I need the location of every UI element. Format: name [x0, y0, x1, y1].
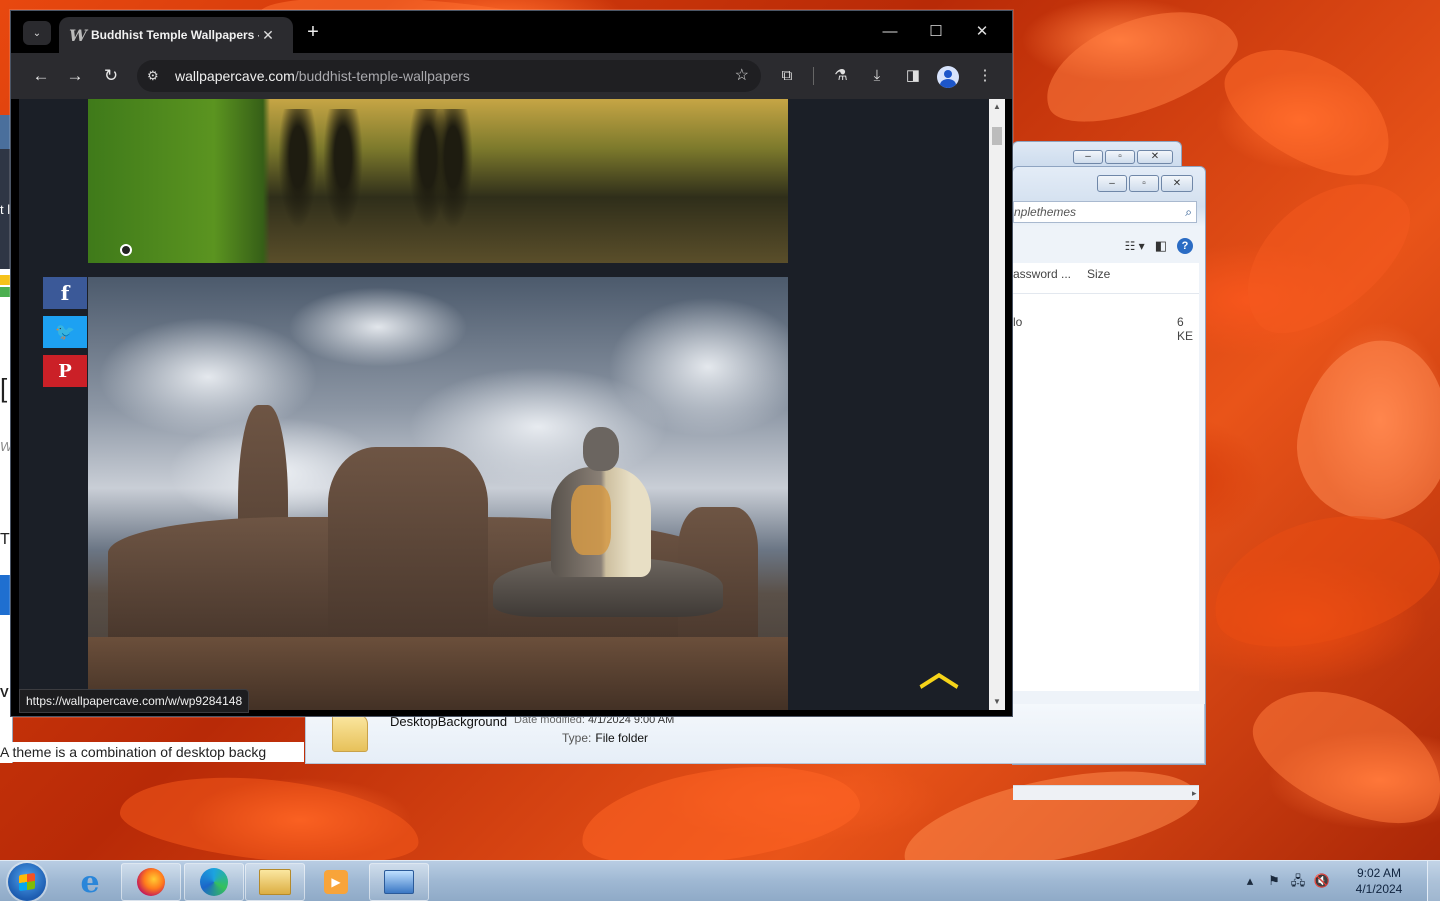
toolbar-divider [813, 67, 814, 85]
chevron-down-icon: ⌄ [32, 27, 42, 39]
scroll-up-arrow-icon[interactable]: ▲ [989, 99, 1005, 115]
taskbar-internet-explorer[interactable]: e [60, 863, 120, 901]
browser-window[interactable]: ⌄ W Buddhist Temple Wallpapers - ✕ + — ☐… [10, 10, 1013, 717]
background-window-snippet: A theme is a combination of desktop back… [0, 742, 304, 762]
volume-muted-icon[interactable]: 🔇 [1311, 870, 1333, 892]
action-center-flag-icon[interactable]: ⚑ [1263, 870, 1285, 892]
show-hidden-icons-icon[interactable]: ▴ [1239, 870, 1261, 892]
maximize-button[interactable]: ☐ [913, 19, 959, 45]
tab-active[interactable]: W Buddhist Temple Wallpapers - ✕ [59, 17, 293, 53]
taskbar-edge[interactable] [184, 863, 244, 901]
minimize-button[interactable]: — [867, 19, 913, 45]
reload-button[interactable]: ↻ [97, 63, 125, 89]
internet-explorer-icon: e [80, 864, 100, 900]
search-input[interactable]: nplethemes ⌕ [1013, 201, 1197, 223]
clock-date: 4/1/2024 [1355, 882, 1403, 896]
buddha-statue [493, 427, 723, 637]
column-header: assword ... Size [1013, 263, 1199, 294]
clock-time: 9:02 AM [1356, 866, 1402, 880]
maximize-button[interactable]: ▫ [1129, 175, 1159, 192]
link-status-bubble: https://wallpapercave.com/w/wp9284148 [19, 689, 250, 713]
preview-pane-icon[interactable]: ◧ [1155, 238, 1167, 254]
edge-text-1: t l [0, 202, 11, 217]
wallpaper-thumbnail-reflection[interactable] [88, 99, 788, 263]
start-button[interactable] [8, 863, 46, 901]
minimize-button[interactable]: ‒ [1073, 150, 1103, 164]
tab-title: Buddhist Temple Wallpapers - [91, 28, 259, 42]
minimize-button[interactable]: ‒ [1097, 175, 1127, 192]
extensions-icon[interactable]: ⧉ [773, 63, 801, 89]
address-bar[interactable]: ⚙ wallpapercave.com/buddhist-temple-wall… [137, 60, 761, 92]
tab-close-icon[interactable]: ✕ [259, 27, 277, 44]
new-tab-button[interactable]: + [301, 21, 325, 45]
search-icon[interactable]: ⌕ [1185, 202, 1192, 222]
facebook-icon: f [60, 281, 70, 305]
taskbar: e ▶ ▴ ⚑ 🖧 🔇 9:02 AM 4/1/2024 [0, 860, 1440, 901]
edge-text-4: T [0, 531, 10, 548]
edge-text-5: V [0, 685, 9, 700]
back-button[interactable]: ← [27, 63, 55, 89]
tab-search-button[interactable]: ⌄ [23, 21, 51, 45]
scroll-to-top-button[interactable]: ︿ [915, 652, 963, 692]
details-type: Type: File folder [562, 731, 649, 745]
media-player-icon: ▶ [324, 870, 348, 894]
taskbar-file-explorer[interactable] [245, 863, 305, 901]
column-name[interactable]: assword ... [1013, 263, 1071, 285]
explorer-toolbar: ☷ ▾ ◧ ? [1013, 231, 1199, 261]
bookmark-star-icon[interactable]: ☆ [735, 60, 749, 92]
close-button[interactable]: ✕ [959, 19, 1005, 45]
system-tray: ▴ ⚑ 🖧 🔇 9:02 AM 4/1/2024 [1237, 861, 1440, 901]
help-icon[interactable]: ? [1177, 238, 1193, 254]
menu-kebab-icon[interactable]: ⋮ [971, 63, 999, 89]
explorer-window[interactable]: ‒ ▫ ✕ nplethemes ⌕ ☷ ▾ ◧ ? assword ... S… [1012, 166, 1206, 800]
download-icon[interactable]: ⤓ [863, 63, 891, 89]
firefox-icon [137, 868, 165, 896]
wallpaper-thumbnail-buddha[interactable] [88, 277, 788, 710]
maximize-button[interactable]: ▫ [1105, 150, 1135, 164]
twitter-share-button[interactable]: 🐦 [43, 316, 87, 348]
chevron-up-icon: ︿ [919, 650, 959, 694]
facebook-share-button[interactable]: f [43, 277, 87, 309]
file-list: assword ... Size lo 6 KE ▸ [1013, 263, 1199, 800]
pinterest-icon: P [58, 360, 72, 382]
scroll-down-arrow-icon[interactable]: ▼ [989, 694, 1005, 710]
twitter-icon: 🐦 [55, 324, 75, 341]
clock[interactable]: 9:02 AM 4/1/2024 [1339, 865, 1419, 897]
windows-logo-icon [19, 872, 35, 892]
show-desktop-button[interactable] [1427, 861, 1440, 901]
column-size[interactable]: Size [1087, 263, 1110, 285]
page-viewport[interactable]: f 🐦 P ︿ [19, 99, 989, 710]
tab-bar: ⌄ W Buddhist Temple Wallpapers - ✕ + — ☐… [11, 11, 1012, 53]
browser-toolbar: ← → ↻ ⚙ wallpapercave.com/buddhist-templ… [11, 53, 1012, 99]
taskbar-control-panel[interactable] [369, 863, 429, 901]
folder-icon [332, 714, 368, 752]
profile-avatar-icon[interactable] [937, 66, 959, 88]
close-button[interactable]: ✕ [1161, 175, 1193, 192]
url-text[interactable]: wallpapercave.com/buddhist-temple-wallpa… [175, 60, 470, 92]
vertical-scrollbar[interactable]: ▲ ▼ [989, 99, 1005, 710]
control-panel-icon [384, 870, 414, 894]
view-options-icon[interactable]: ☷ ▾ [1125, 239, 1145, 253]
move-cursor-icon [120, 244, 132, 256]
taskbar-media-player[interactable]: ▶ [306, 863, 366, 901]
horizontal-scrollbar[interactable]: ▸ [1013, 785, 1199, 800]
folder-icon [259, 869, 291, 895]
forward-button[interactable]: → [61, 63, 89, 89]
taskbar-firefox[interactable] [121, 863, 181, 901]
network-icon[interactable]: 🖧 [1287, 870, 1309, 892]
pinterest-share-button[interactable]: P [43, 355, 87, 387]
labs-flask-icon[interactable]: ⚗ [827, 63, 855, 89]
edge-icon [200, 868, 228, 896]
scrollbar-thumb[interactable] [992, 127, 1002, 145]
close-button[interactable]: ✕ [1137, 150, 1173, 164]
site-info-icon[interactable]: ⚙ [147, 60, 159, 92]
side-panel-icon[interactable]: ◨ [899, 63, 927, 89]
site-favicon-icon: W [69, 25, 87, 45]
edge-text-2: [ [0, 373, 8, 403]
